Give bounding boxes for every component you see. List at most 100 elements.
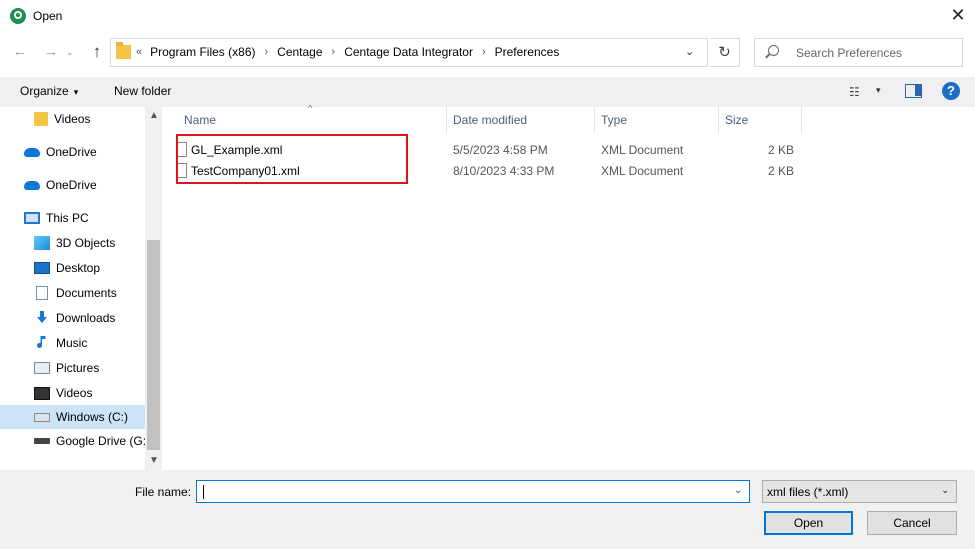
sidebar-item-label: Videos [54,112,91,126]
sidebar-item-label: OneDrive [46,145,97,159]
videos-icon [34,386,50,400]
sidebar-item-documents[interactable]: Documents [34,281,117,305]
sidebar-item-music[interactable]: Music [34,331,87,355]
column-divider[interactable] [801,107,802,133]
onedrive-icon [24,147,40,157]
breadcrumb-item[interactable]: Preferences [495,45,560,59]
address-bar[interactable]: « Program Files (x86) › Centage › Centag… [110,38,708,67]
sidebar-item-windows-c[interactable]: Windows (C:) [0,405,145,429]
new-folder-button[interactable]: New folder [114,84,171,98]
sidebar-item-desktop[interactable]: Desktop [34,256,100,280]
search-icon [768,45,779,56]
breadcrumb-item[interactable]: Centage Data Integrator [344,45,473,59]
close-button[interactable]: ✕ [945,4,971,28]
chevron-down-icon: ▾ [73,87,79,97]
app-icon [10,8,26,24]
sidebar-item-label: Windows (C:) [56,410,129,424]
cancel-button[interactable]: Cancel [867,511,957,535]
sidebar-item-label: Documents [56,286,117,300]
pictures-icon [34,362,50,374]
column-divider[interactable] [594,107,595,133]
file-size: 2 KB [767,164,794,178]
sidebar-item-this-pc[interactable]: This PC [24,206,89,230]
organize-button[interactable]: Organize ▾ [20,84,78,98]
forward-arrow-icon[interactable]: → [42,43,60,61]
preview-pane-icon[interactable] [905,84,922,98]
sidebar-item-label: Google Drive (G: [56,434,147,448]
annotation-highlight-box [176,134,408,184]
toolbar: Organize ▾ New folder ☷ ▾ ? [0,77,975,107]
back-arrow-icon[interactable]: ← [11,43,29,61]
file-name-dropdown-icon[interactable]: ⌄ [734,485,742,496]
sidebar-item-label: OneDrive [46,178,97,192]
pc-icon [24,212,40,224]
folder-icon [34,112,48,126]
breadcrumb-item[interactable]: Program Files (x86) [150,45,255,59]
footer-panel: File name: ⌄ xml files (*.xml) ⌄ Open Ca… [0,470,975,549]
sidebar-item-label: Videos [56,386,93,400]
column-header-type[interactable]: Type [601,113,627,127]
text-caret [203,485,204,499]
breadcrumb-separator-icon[interactable]: › [264,46,268,58]
breadcrumb-separator-icon[interactable]: › [332,46,336,58]
desktop-icon [34,262,50,274]
navigation-pane: Videos OneDrive OneDrive This PC 3D Obje… [0,107,162,470]
window-title: Open [33,9,63,23]
organize-label: Organize [20,84,69,98]
onedrive-icon [24,180,40,190]
music-icon [34,336,50,350]
sort-ascending-icon: ^ [308,103,313,113]
breadcrumb: « Program Files (x86) › Centage › Centag… [136,45,559,59]
breadcrumb-separator-icon[interactable]: › [482,46,486,58]
gdrive-icon [34,438,50,444]
file-date-modified: 8/10/2023 4:33 PM [453,164,555,178]
documents-icon [36,286,48,300]
sidebar-item-pictures[interactable]: Pictures [34,356,99,380]
column-header-date-modified[interactable]: Date modified [453,113,527,127]
scroll-up-icon[interactable]: ▲ [149,110,159,121]
file-size: 2 KB [767,143,794,157]
sidebar-item-3d-objects[interactable]: 3D Objects [34,231,115,255]
sidebar-item-downloads[interactable]: Downloads [34,306,115,330]
file-type-select[interactable]: xml files (*.xml) ⌄ [762,480,957,503]
column-divider[interactable] [446,107,447,133]
3d-objects-icon [34,236,50,250]
file-type: XML Document [601,164,684,178]
open-button[interactable]: Open [764,511,853,535]
file-name-label: File name: [135,485,192,499]
column-divider[interactable] [718,107,719,133]
address-history-dropdown-icon[interactable]: ⌄ [685,45,694,58]
sidebar-item-label: This PC [46,211,89,225]
file-type: XML Document [601,143,684,157]
drive-icon [34,412,50,422]
sidebar-scroll-thumb[interactable] [147,240,160,450]
sidebar-item-label: 3D Objects [56,236,116,250]
breadcrumb-item[interactable]: Centage [277,45,322,59]
title-bar: Open ✕ [0,0,975,32]
scroll-down-icon[interactable]: ▼ [149,455,159,466]
view-options-icon[interactable]: ☷ [849,85,860,99]
sidebar-item-label: Desktop [56,261,101,275]
file-name-input[interactable]: ⌄ [196,480,750,503]
sidebar-item-google-drive[interactable]: Google Drive (G: [34,429,146,453]
column-header-name[interactable]: Name [184,113,216,127]
help-icon[interactable]: ? [942,82,960,100]
sidebar-item-label: Downloads [56,311,116,325]
recent-locations-chevron-icon[interactable]: ⌄ [66,47,78,58]
sidebar-item-label: Pictures [56,361,100,375]
file-date-modified: 5/5/2023 4:58 PM [453,143,548,157]
chevron-down-icon: ⌄ [941,485,950,496]
up-arrow-icon[interactable]: ↑ [88,43,106,61]
view-chevron-down-icon[interactable]: ▾ [876,85,881,96]
sidebar-item-videos-quick[interactable]: Videos [34,107,90,131]
downloads-icon [34,311,50,325]
file-type-value: xml files (*.xml) [767,485,849,499]
sidebar-item-videos[interactable]: Videos [34,381,92,405]
breadcrumb-overflow-icon[interactable]: « [136,46,142,58]
refresh-icon[interactable]: ↻ [710,38,740,67]
search-input[interactable]: Search Preferences [754,38,963,67]
sidebar-item-onedrive[interactable]: OneDrive [24,140,97,164]
column-header-size[interactable]: Size [725,113,748,127]
search-placeholder: Search Preferences [796,46,903,60]
sidebar-item-onedrive-2[interactable]: OneDrive [24,173,97,197]
